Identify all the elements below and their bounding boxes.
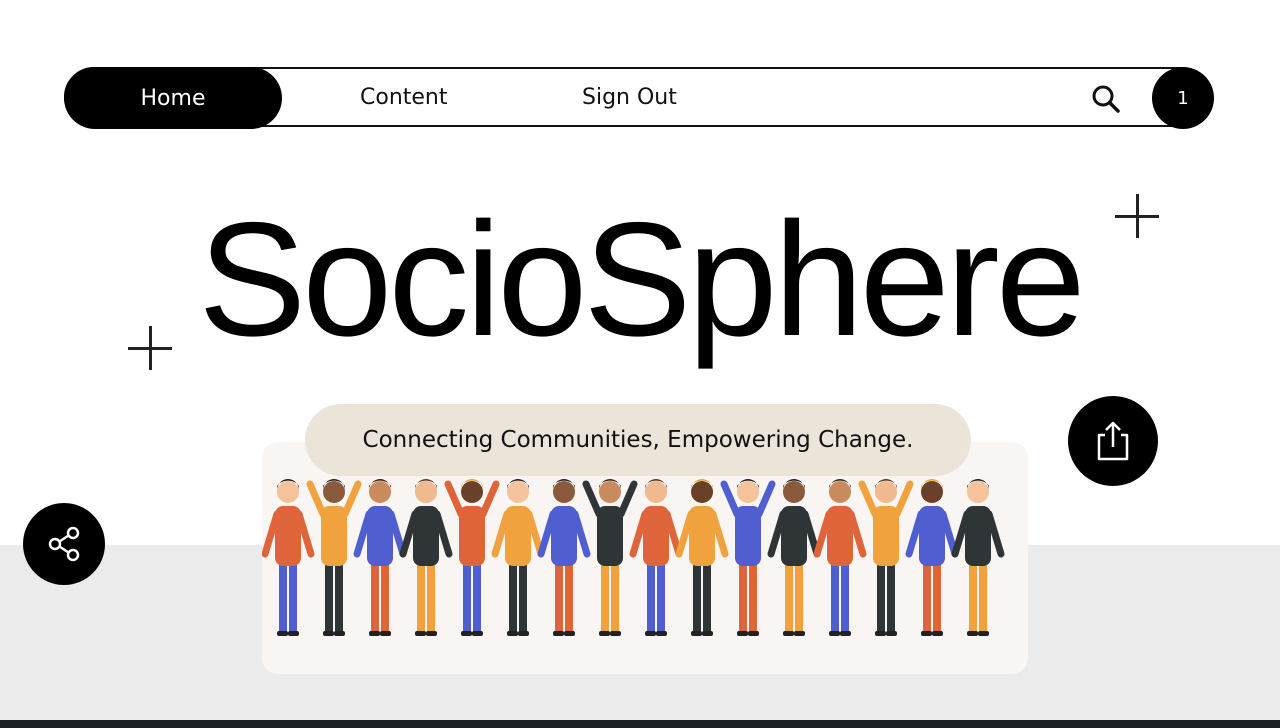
search-button[interactable] [1088,81,1124,117]
plus-decoration-icon [128,326,172,370]
search-icon [1092,85,1120,113]
person-figure [262,479,315,636]
person-figure [629,479,683,636]
person-figure [858,479,914,636]
person-figure [720,479,776,636]
nav-content-link[interactable]: Content [360,69,448,125]
person-figure [951,479,1005,636]
person-figure [905,479,959,636]
share-nodes-icon [48,526,80,562]
share-upload-icon [1097,421,1129,461]
person-figure [306,479,362,636]
person-figure [399,479,453,636]
people-holding-hands-illustration [262,479,1005,636]
nav-signout-link[interactable]: Sign Out [582,69,677,125]
person-figure [537,479,591,636]
person-figure [767,479,821,636]
upload-share-button[interactable] [1068,396,1158,486]
person-figure [813,479,867,636]
footer-bar [0,720,1280,728]
top-navbar: Home Content Sign Out 1 [64,67,1214,129]
tagline-pill: Connecting Communities, Empowering Chang… [305,404,971,476]
person-figure [353,479,407,636]
share-button[interactable] [23,503,105,585]
notification-count-badge[interactable]: 1 [1152,67,1214,129]
person-figure [444,479,500,636]
person-figure [675,479,729,636]
plus-decoration-icon [1115,194,1159,238]
nav-home-button[interactable]: Home [64,67,282,129]
brand-title: SocioSphere [198,189,1086,370]
person-figure [582,479,638,636]
community-illustration [262,442,1028,674]
person-figure [491,479,545,636]
